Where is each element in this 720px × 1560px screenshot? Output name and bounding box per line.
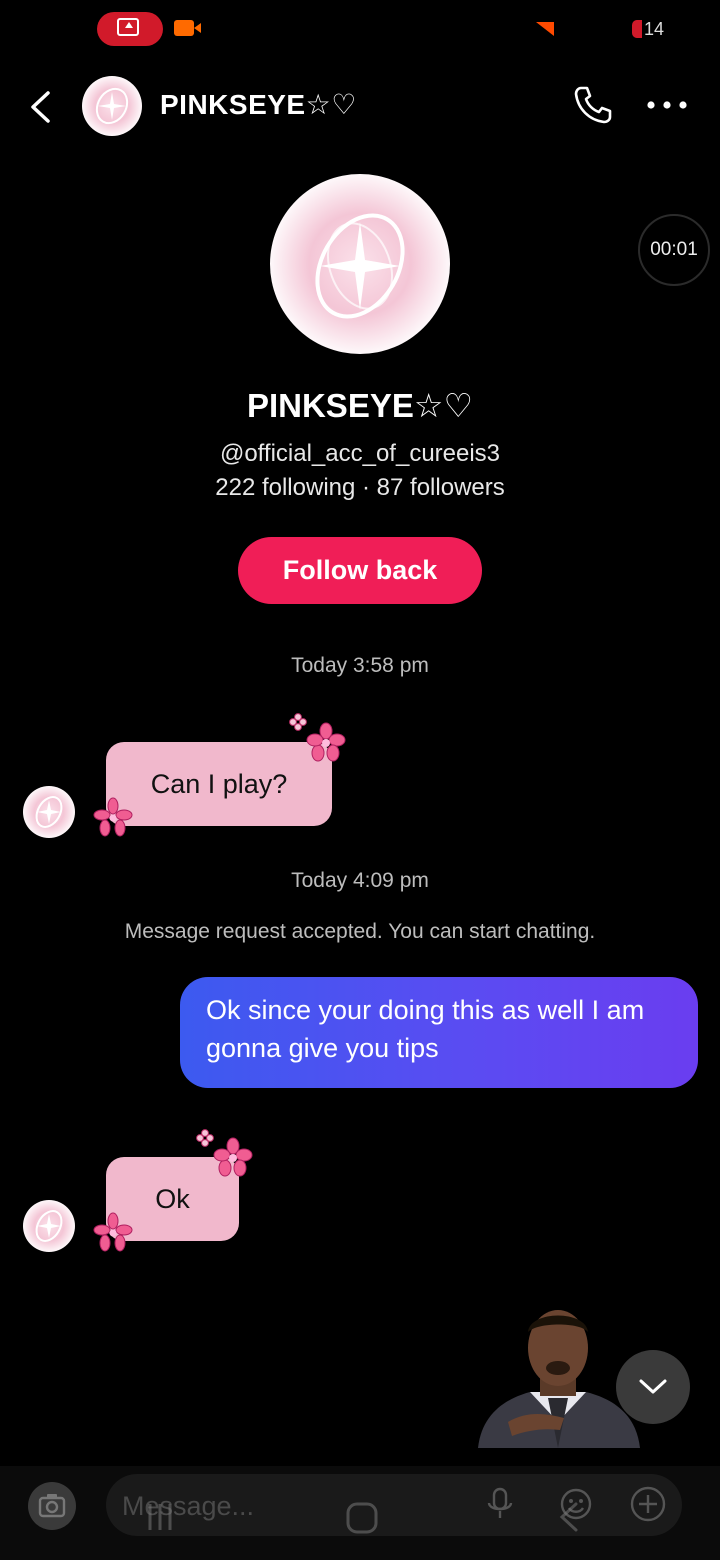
message-timestamp: Today 4:09 pm xyxy=(291,869,429,892)
signal-icon xyxy=(536,22,554,36)
video-camera-icon xyxy=(174,20,201,36)
camera-icon xyxy=(38,1494,66,1518)
outgoing-message[interactable]: Ok since your doing this as well I am go… xyxy=(180,977,698,1088)
profile-stats: 222 following · 87 followers xyxy=(215,474,505,501)
star-logo-icon xyxy=(35,1210,63,1242)
phone-icon[interactable] xyxy=(572,84,614,126)
plus-icon[interactable] xyxy=(628,1484,668,1524)
profile-handle: @official_acc_of_cureeis3 xyxy=(219,440,501,467)
sender-avatar[interactable] xyxy=(23,786,75,838)
star-logo-icon xyxy=(95,87,129,125)
profile-avatar[interactable] xyxy=(270,174,450,354)
microphone-icon[interactable] xyxy=(480,1484,520,1524)
star-logo-icon xyxy=(35,796,63,828)
system-note: Message request accepted. You can start … xyxy=(124,920,596,943)
battery-icon xyxy=(632,20,642,38)
recording-timer: 00:01 xyxy=(638,214,710,286)
header-username[interactable]: PINKSEYE☆♡ xyxy=(160,88,357,121)
small-flower-icon xyxy=(196,1129,214,1147)
message-timestamp: Today 3:58 pm xyxy=(291,654,429,677)
screen-record-icon xyxy=(117,18,139,36)
sender-avatar[interactable] xyxy=(23,1200,75,1252)
nav-back-icon[interactable] xyxy=(552,1500,586,1534)
camera-button[interactable] xyxy=(28,1482,76,1530)
home-icon[interactable] xyxy=(344,1500,380,1536)
flower-icon xyxy=(93,797,133,837)
follow-back-button[interactable]: Follow back xyxy=(238,537,482,604)
recent-apps-icon[interactable] xyxy=(142,1500,178,1534)
battery-level: 14 xyxy=(644,19,665,39)
chevron-down-icon xyxy=(639,1379,667,1394)
header-avatar[interactable] xyxy=(82,76,142,136)
chevron-left-icon[interactable] xyxy=(26,90,56,124)
flower-icon xyxy=(93,1212,133,1252)
flower-icon xyxy=(213,1137,253,1177)
more-icon[interactable] xyxy=(645,96,689,114)
small-flower-icon xyxy=(289,713,307,731)
scroll-to-bottom-button[interactable] xyxy=(616,1350,690,1424)
flower-icon xyxy=(306,722,346,762)
profile-name: PINKSEYE☆♡ xyxy=(246,387,474,424)
incoming-message[interactable]: Can I play? xyxy=(106,742,332,826)
star-logo-icon xyxy=(315,213,405,319)
